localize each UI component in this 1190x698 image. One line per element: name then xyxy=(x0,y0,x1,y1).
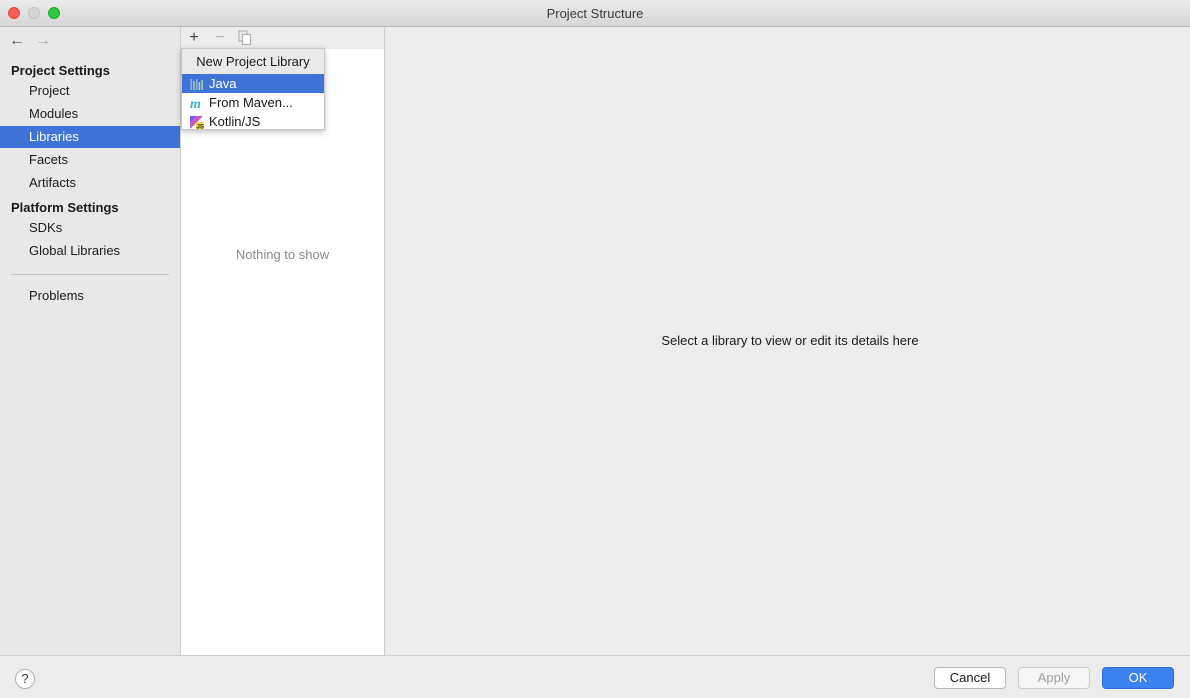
popup-item-kotlin-js[interactable]: JS Kotlin/JS xyxy=(182,112,324,131)
sidebar-item-sdks[interactable]: SDKs xyxy=(0,217,180,239)
kotlin-js-icon: JS xyxy=(190,115,204,130)
window-title: Project Structure xyxy=(546,6,644,21)
remove-icon[interactable]: − xyxy=(211,28,229,48)
svg-text:m: m xyxy=(190,97,201,110)
popup-item-label: Kotlin/JS xyxy=(209,114,261,129)
empty-list-text: Nothing to show xyxy=(235,247,330,262)
copy-icon[interactable] xyxy=(237,28,253,48)
sidebar-item-modules[interactable]: Modules xyxy=(0,103,180,125)
sidebar-item-project[interactable]: Project xyxy=(0,80,180,102)
cancel-button[interactable]: Cancel xyxy=(934,667,1006,689)
sidebar-divider xyxy=(11,274,169,275)
back-arrow-icon[interactable]: ← xyxy=(8,31,26,51)
help-button[interactable]: ? xyxy=(15,669,35,689)
popup-item-label: From Maven... xyxy=(209,95,293,110)
forward-arrow-icon[interactable]: → xyxy=(34,31,52,51)
sidebar-item-libraries[interactable]: Libraries xyxy=(0,126,180,148)
details-panel: Select a library to view or edit its det… xyxy=(385,27,1190,655)
platform-settings-heading: Platform Settings xyxy=(11,200,119,215)
new-library-popup: New Project Library Java m From Maven... xyxy=(181,48,325,130)
details-placeholder-text: Select a library to view or edit its det… xyxy=(661,333,919,348)
java-library-icon xyxy=(190,77,204,90)
sidebar-item-problems[interactable]: Problems xyxy=(0,285,180,307)
popup-item-label: Java xyxy=(209,76,237,91)
ok-button[interactable]: OK xyxy=(1102,667,1174,689)
sidebar-item-global-libraries[interactable]: Global Libraries xyxy=(0,240,180,262)
svg-text:JS: JS xyxy=(197,124,204,129)
title-bar: Project Structure xyxy=(0,0,1190,27)
sidebar-item-artifacts[interactable]: Artifacts xyxy=(0,172,180,194)
dialog-footer: ? Cancel Apply OK xyxy=(0,655,1190,698)
popup-item-from-maven[interactable]: m From Maven... xyxy=(182,93,324,112)
popup-item-java[interactable]: Java xyxy=(182,74,324,93)
popup-header: New Project Library xyxy=(182,49,324,75)
apply-button[interactable]: Apply xyxy=(1018,667,1090,689)
maven-icon: m xyxy=(190,96,204,112)
library-toolbar: + − xyxy=(181,27,384,49)
add-icon[interactable]: + xyxy=(185,28,203,48)
sidebar: ← → Project Settings Project Modules Lib… xyxy=(0,27,181,655)
project-settings-heading: Project Settings xyxy=(11,63,110,78)
sidebar-item-facets[interactable]: Facets xyxy=(0,149,180,171)
